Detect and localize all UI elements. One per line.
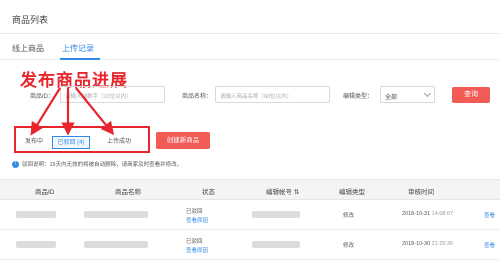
view-reason-link[interactable]: 查看原因 (186, 216, 208, 224)
create-product-button[interactable]: 创建新商品 (156, 132, 210, 149)
column-header-review-time: 审核时间 (408, 189, 434, 196)
edit-type-label: 编辑类型： (343, 94, 374, 100)
blurred-product-name (84, 211, 148, 218)
status-segment-upload-success[interactable]: 上传成功 (100, 136, 138, 149)
column-header-status: 状态 (202, 189, 215, 196)
status-segment-group: 发布中 已驳回 (4) 上传成功 (14, 126, 150, 153)
status-segment-rejected[interactable]: 已驳回 (4) (52, 136, 90, 149)
active-tab-indicator (60, 58, 100, 60)
product-id-input[interactable]: 请输入纯数字（10位以内） (60, 86, 165, 103)
blurred-edit-account (252, 211, 300, 218)
column-header-product-name: 商品名称 (115, 189, 141, 196)
rejection-notice: ! 驳回说明：15天内无效的将被自动删除，请商家及时查看并修改。 (12, 160, 183, 169)
row-review-time: 2018-10-31 14:08:07 (402, 211, 454, 217)
product-name-input[interactable]: 请输入商品名称（60位以内） (215, 86, 330, 103)
edit-type-value: 全部 (385, 95, 398, 101)
notice-text: 驳回说明：15天内无效的将被自动删除，请商家及时查看并修改。 (22, 162, 183, 168)
tab-online-products[interactable]: 线上商品 (12, 43, 44, 54)
status-segment-publishing[interactable]: 发布中 (20, 136, 48, 149)
product-id-label: 商品ID： (30, 94, 55, 100)
chevron-down-icon (423, 89, 432, 98)
row-review-time: 2018-10-30 21:25:36 (402, 241, 454, 247)
blurred-product-name (84, 241, 148, 248)
table-row: 已驳回 查看原因 修改 2018-10-31 14:08:07 查看 (0, 200, 500, 230)
tab-bar: 线上商品 上传记录 (0, 34, 500, 60)
column-header-edit-type: 编辑类型 (339, 189, 365, 196)
page-header: 商品列表 (0, 0, 500, 34)
table-header: 商品ID 商品名称 状态 编辑帐号 ⇅ 编辑类型 审核时间 (0, 179, 500, 200)
info-icon: ! (12, 161, 19, 169)
edit-type-select[interactable]: 全部 (380, 86, 435, 103)
sort-icon: ⇅ (293, 189, 300, 196)
row-status: 已驳回 (186, 209, 203, 215)
filter-row: 商品ID： 请输入纯数字（10位以内） 商品名称： 请输入商品名称（60位以内）… (0, 84, 500, 106)
product-name-label: 商品名称： (182, 94, 213, 100)
blurred-product-id (16, 241, 56, 248)
page-title: 商品列表 (12, 15, 49, 25)
search-button[interactable]: 查询 (452, 87, 490, 103)
row-edit-type: 修改 (343, 213, 355, 219)
column-header-edit-account[interactable]: 编辑帐号 ⇅ (266, 186, 299, 196)
row-view-link[interactable]: 查看 (484, 211, 495, 219)
view-reason-link[interactable]: 查看原因 (186, 246, 208, 254)
tab-upload-records[interactable]: 上传记录 (62, 43, 94, 54)
column-header-product-id: 商品ID (35, 189, 55, 196)
blurred-edit-account (252, 241, 300, 248)
row-view-link[interactable]: 查看 (484, 241, 495, 249)
row-edit-type: 修改 (343, 243, 355, 249)
row-status: 已驳回 (186, 239, 203, 245)
table-row: 已驳回 查看原因 修改 2018-10-30 21:25:36 查看 (0, 230, 500, 260)
blurred-product-id (16, 211, 56, 218)
